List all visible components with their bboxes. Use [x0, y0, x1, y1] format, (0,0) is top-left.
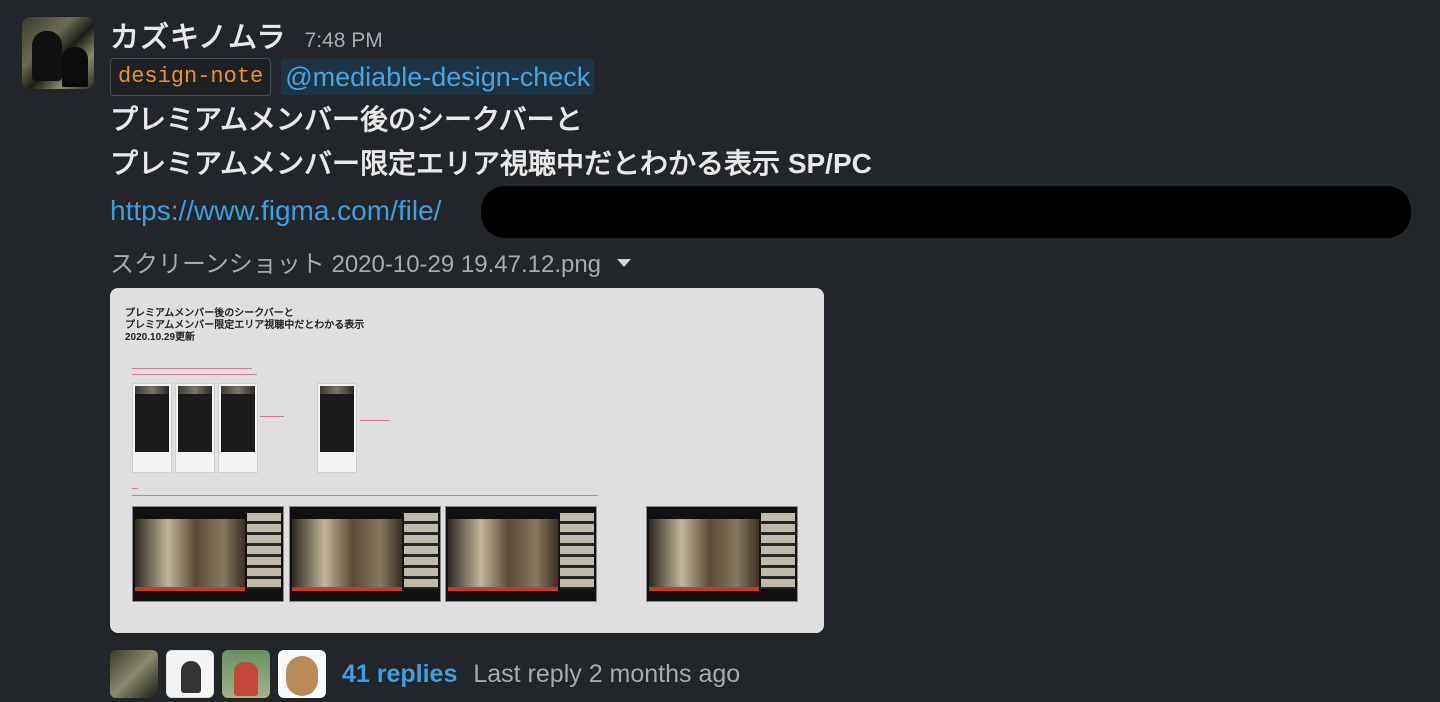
user-group-mention[interactable]: @mediable-design-check: [281, 59, 595, 95]
message-tags: design-note @mediable-design-check: [110, 58, 1420, 96]
preview-desktop-mockup: [445, 506, 597, 602]
reply-avatar: [166, 650, 214, 698]
attachment-file-name[interactable]: スクリーンショット 2020-10-29 19.47.12.png: [110, 244, 601, 279]
reply-avatar: [278, 650, 326, 698]
message-header: カズキノムラ 7:48 PM: [110, 14, 1420, 54]
thread-last-reply: Last reply 2 months ago: [473, 659, 741, 688]
inline-code-tag: design-note: [110, 58, 272, 96]
preview-desktop-mockup: [132, 506, 284, 602]
reply-avatar: [110, 650, 158, 698]
preview-annotation-line: [360, 420, 390, 421]
link-row: https://www.figma.com/file/: [110, 186, 1420, 238]
preview-annotation-line: [132, 495, 598, 496]
message-content: カズキノムラ 7:48 PM design-note @mediable-des…: [110, 14, 1420, 698]
reply-avatar: [222, 650, 270, 698]
attachment-header: スクリーンショット 2020-10-29 19.47.12.png: [110, 238, 1420, 284]
message-timestamp[interactable]: 7:48 PM: [305, 29, 383, 53]
preview-annotation-line: [132, 368, 252, 369]
preview-desktop-mockup: [646, 506, 798, 602]
message-text-line-2: プレミアムメンバー限定エリア視聴中だとわかる表示 SP/PC: [110, 148, 872, 179]
preview-annotation-line: [132, 374, 257, 375]
attachment-image-preview[interactable]: プレミアムメンバー後のシークバーと プレミアムメンバー限定エリア視聴中だとわかる…: [110, 288, 824, 633]
message: カズキノムラ 7:48 PM design-note @mediable-des…: [0, 0, 1440, 702]
redaction-bar: [481, 186, 1411, 238]
author-avatar[interactable]: [22, 17, 94, 89]
preview-desktop-mockup: [289, 506, 441, 602]
figma-link[interactable]: https://www.figma.com/file/: [110, 195, 441, 227]
preview-phone-mockup: [317, 383, 357, 473]
author-name[interactable]: カズキノムラ: [110, 14, 287, 56]
thread-replies-link[interactable]: 41 replies: [342, 660, 457, 689]
preview-phone-mockup: [132, 383, 172, 473]
message-text-line-1: プレミアムメンバー後のシークバーと: [110, 104, 583, 135]
preview-phone-mockup: [175, 383, 215, 473]
preview-annotation-line: [132, 488, 138, 489]
chevron-down-icon[interactable]: [617, 259, 632, 267]
preview-title: プレミアムメンバー後のシークバーと プレミアムメンバー限定エリア視聴中だとわかる…: [125, 308, 365, 343]
preview-phone-mockup: [218, 383, 258, 473]
thread-summary[interactable]: 41 replies Last reply 2 months ago: [110, 650, 740, 698]
preview-annotation-line: [260, 416, 284, 417]
